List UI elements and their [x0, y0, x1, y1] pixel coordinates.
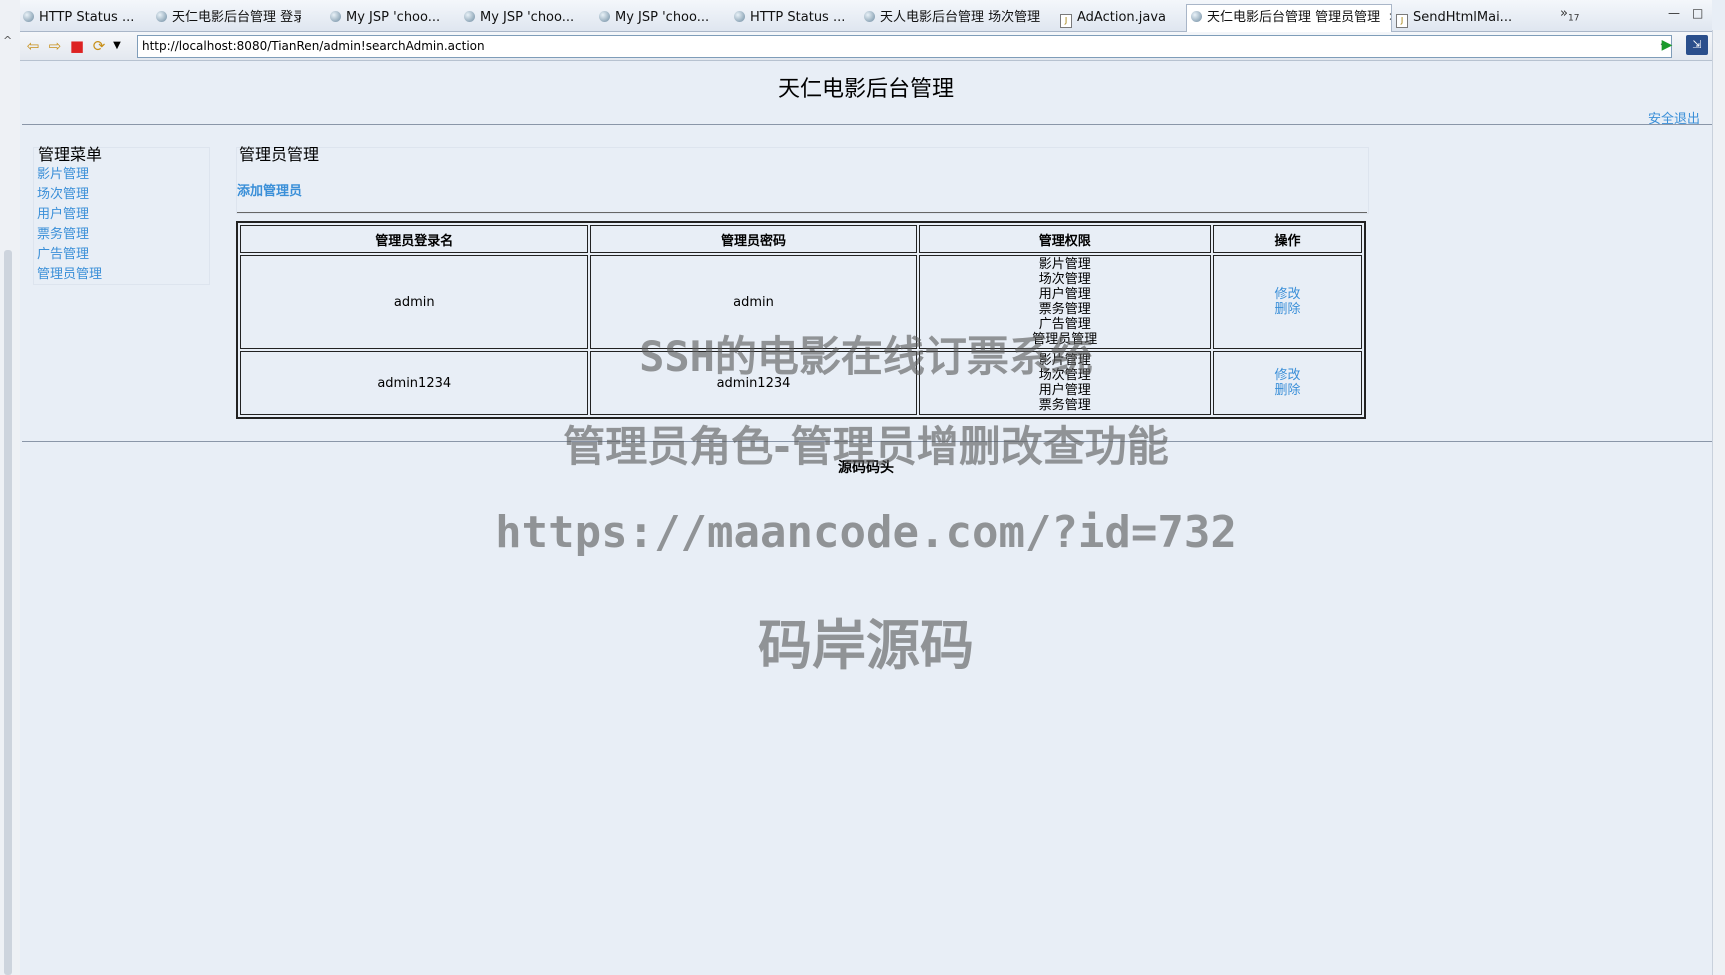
footer-text: 源码码头 [838, 460, 894, 476]
maximize-icon[interactable]: □ [1692, 6, 1703, 20]
browser-tab[interactable]: My JSP 'choo... [464, 6, 579, 30]
column-header: 管理员登录名 [240, 225, 589, 253]
browser-tab[interactable]: J AdAction.java [1060, 6, 1180, 30]
permissions-cell: 影片管理 场次管理 用户管理 票务管理 [918, 351, 1211, 415]
edit-link[interactable]: 修改 [1215, 287, 1360, 302]
permission-item: 管理员管理 [1032, 332, 1098, 347]
browser-tab[interactable]: 天人电影后台管理 场次管理 [864, 6, 1044, 30]
divider [22, 441, 1712, 442]
browser-tab-bar: HTTP Status ... 天仁电影后台管理 登录 My JSP 'choo… [20, 0, 1712, 32]
menu-link-users[interactable]: 用户管理 [37, 207, 89, 222]
menu-item: 管理员管理 [37, 264, 102, 284]
table-header-row: 管理员登录名 管理员密码 管理权限 操作 [240, 225, 1362, 253]
permission-item: 场次管理 [1038, 272, 1091, 287]
navigator-icon[interactable]: ⇲ [1686, 35, 1708, 55]
column-header: 管理员密码 [590, 225, 917, 253]
menu-item: 影片管理 [37, 164, 102, 184]
add-admin-link[interactable]: 添加管理员 [237, 180, 302, 199]
url-input[interactable] [138, 36, 1646, 55]
refresh-icon[interactable]: ⟳ [90, 37, 108, 55]
menu-item: 广告管理 [37, 244, 102, 264]
browser-tab[interactable]: J SendHtmlMai... [1396, 6, 1526, 30]
page-title: 天仁电影后台管理 [777, 77, 954, 102]
back-arrow-icon[interactable]: ⇦ [24, 37, 42, 55]
address-toolbar: ⇦ ⇨ ■ ⟳ ▼ ⌄ ▶ ⇲ [20, 32, 1712, 61]
menu-item: 场次管理 [37, 184, 102, 204]
menu-list: 影片管理 场次管理 用户管理 票务管理 广告管理 管理员管理 [37, 164, 102, 284]
login-cell: admin [240, 255, 589, 349]
java-file-icon: J [1060, 14, 1072, 28]
password-cell: admin1234 [590, 351, 917, 415]
password-cell: admin [590, 255, 917, 349]
permission-item: 票务管理 [1038, 398, 1091, 413]
globe-icon [599, 11, 610, 22]
globe-icon [464, 11, 475, 22]
delete-link[interactable]: 删除 [1215, 383, 1360, 398]
minimize-icon[interactable]: — [1668, 6, 1680, 20]
stop-icon[interactable]: ■ [68, 37, 86, 55]
left-gutter: ^ [0, 0, 21, 975]
actions-cell: 修改 删除 [1212, 255, 1362, 349]
browser-tab[interactable]: My JSP 'choo... [330, 6, 445, 30]
divider [237, 212, 1367, 213]
menu-link-sessions[interactable]: 场次管理 [37, 187, 89, 202]
menu-link-admins[interactable]: 管理员管理 [37, 267, 102, 282]
table-row: admin admin 影片管理 场次管理 用户管理 票务管理 广告管理 管理员… [240, 255, 1362, 349]
login-cell: admin1234 [240, 351, 589, 415]
delete-link[interactable]: 删除 [1215, 302, 1360, 317]
table-row: admin1234 admin1234 影片管理 场次管理 用户管理 票务管理 … [240, 351, 1362, 415]
permission-item: 广告管理 [1038, 317, 1091, 332]
tab-overflow-button[interactable]: »17 [1560, 6, 1579, 24]
browser-tab[interactable]: HTTP Status ... [23, 6, 138, 30]
edit-link[interactable]: 修改 [1215, 368, 1360, 383]
permissions-cell: 影片管理 场次管理 用户管理 票务管理 广告管理 管理员管理 [918, 255, 1211, 349]
permission-item: 影片管理 [1038, 353, 1091, 368]
watermark-line: 码岸源码 [758, 614, 974, 677]
forward-arrow-icon[interactable]: ⇨ [46, 37, 64, 55]
permission-item: 场次管理 [1038, 368, 1091, 383]
divider [22, 124, 1712, 125]
left-scrollbar[interactable] [4, 250, 12, 975]
java-file-icon: J [1396, 14, 1408, 28]
web-page: 天仁电影后台管理 安全退出 管理菜单 影片管理 场次管理 用户管理 票务管理 广… [20, 61, 1712, 975]
globe-icon [23, 11, 34, 22]
globe-icon [864, 11, 875, 22]
section-title: 管理员管理 [239, 145, 320, 164]
permission-item: 影片管理 [1038, 257, 1091, 272]
history-dropdown-icon[interactable]: ▼ [108, 37, 126, 55]
admin-table: 管理员登录名 管理员密码 管理权限 操作 admin admin 影片管理 场次… [236, 221, 1366, 419]
menu-item: 票务管理 [37, 224, 102, 244]
globe-icon [330, 11, 341, 22]
menu-link-tickets[interactable]: 票务管理 [37, 227, 89, 242]
menu-title: 管理菜单 [38, 145, 103, 164]
close-tab-icon[interactable]: ✕ [1388, 10, 1391, 24]
content-panel [236, 147, 1369, 214]
column-header: 操作 [1212, 225, 1362, 253]
address-bar[interactable]: ⌄ [137, 35, 1672, 58]
globe-icon [734, 11, 745, 22]
globe-icon [156, 11, 167, 22]
globe-icon [1191, 11, 1202, 22]
browser-tab[interactable]: 天仁电影后台管理 登录 [156, 6, 301, 30]
permission-item: 用户管理 [1038, 287, 1091, 302]
menu-link-films[interactable]: 影片管理 [37, 167, 89, 182]
browser-tab-active[interactable]: 天仁电影后台管理 管理员管理✕ [1186, 4, 1392, 32]
permission-item: 票务管理 [1038, 302, 1091, 317]
right-scrollbar[interactable] [1712, 30, 1725, 975]
go-arrow-icon[interactable]: ▶ [1657, 35, 1677, 55]
collapse-arrow-icon[interactable]: ^ [3, 34, 12, 47]
browser-tab[interactable]: My JSP 'choo... [599, 6, 714, 30]
watermark-line: https://maancode.com/?id=732 [495, 507, 1237, 558]
menu-item: 用户管理 [37, 204, 102, 224]
permission-item: 用户管理 [1038, 383, 1091, 398]
browser-tab[interactable]: HTTP Status ... [734, 6, 849, 30]
column-header: 管理权限 [918, 225, 1211, 253]
menu-link-ads[interactable]: 广告管理 [37, 247, 89, 262]
actions-cell: 修改 删除 [1212, 351, 1362, 415]
